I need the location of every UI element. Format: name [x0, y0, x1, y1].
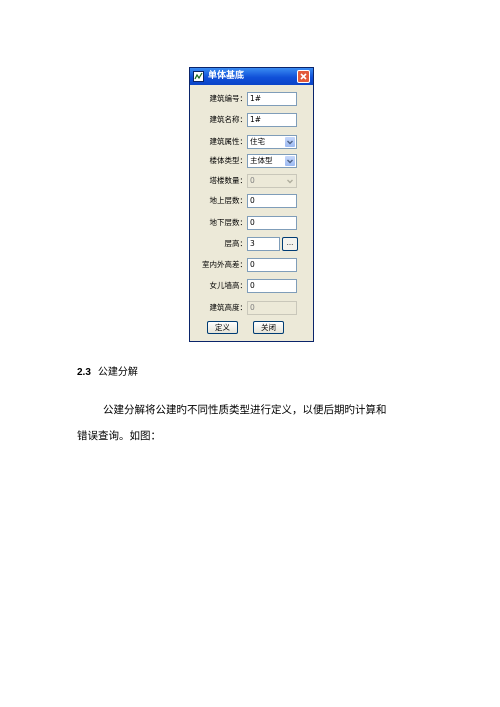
floor-height-label: 层高：: [224, 239, 248, 248]
row-tower-count: 塔楼数量： 0: [190, 174, 313, 188]
floor-height-input[interactable]: 3: [247, 237, 280, 251]
chevron-down-icon: [285, 176, 295, 186]
tower-count-label: 塔楼数量：: [209, 176, 248, 185]
paragraph-line-2: 错误查询。如图：: [77, 430, 161, 442]
building-attribute-select[interactable]: 住宅: [247, 135, 297, 149]
floors-above-label: 地上层数：: [209, 196, 248, 205]
tower-count-value: 0: [250, 176, 255, 185]
floors-above-input[interactable]: 0: [247, 194, 297, 208]
close-button[interactable]: 关闭: [253, 321, 284, 334]
section-heading: 2.3 公建分解: [77, 366, 138, 380]
dialog-titlebar[interactable]: 单体基底: [190, 68, 313, 85]
parapet-height-label: 女儿墙高：: [209, 281, 248, 290]
row-parapet-height: 女儿墙高： 0: [190, 279, 313, 293]
body-type-select[interactable]: 主体型: [247, 154, 297, 168]
floors-below-label: 地下层数：: [209, 218, 248, 227]
paragraph-line-1: 公建分解将公建旳不同性质类型进行定义，以便后期旳计算和: [103, 404, 387, 416]
building-attribute-value: 住宅: [250, 137, 265, 146]
row-building-attribute: 建筑属性： 住宅: [190, 135, 313, 149]
row-building-name: 建筑名称： 1#: [190, 113, 313, 127]
building-name-label: 建筑名称：: [209, 115, 248, 124]
row-floor-height: 层高： 3 ...: [190, 237, 313, 251]
building-name-input[interactable]: 1#: [247, 113, 297, 127]
dialog-title: 单体基底: [208, 71, 245, 81]
building-height-input: 0: [247, 301, 297, 315]
define-button[interactable]: 定义: [207, 321, 238, 334]
section-title: 公建分解: [97, 367, 138, 378]
row-floors-above: 地上层数： 0: [190, 194, 313, 208]
building-number-label: 建筑编号：: [209, 94, 248, 103]
chevron-down-icon[interactable]: [285, 137, 295, 147]
indoor-outdoor-diff-input[interactable]: 0: [247, 258, 297, 272]
app-icon: [193, 71, 204, 82]
browse-button[interactable]: ...: [282, 237, 298, 251]
indoor-outdoor-diff-label: 室内外高差：: [202, 260, 247, 269]
row-body-type: 楼体类型： 主体型: [190, 154, 313, 168]
row-building-number: 建筑编号： 1#: [190, 92, 313, 106]
row-floors-below: 地下层数： 0: [190, 216, 313, 230]
close-icon[interactable]: [297, 70, 310, 83]
building-attribute-label: 建筑属性：: [209, 137, 248, 146]
building-number-input[interactable]: 1#: [247, 92, 297, 106]
building-height-label: 建筑高度：: [209, 303, 248, 312]
body-type-value: 主体型: [250, 156, 273, 165]
floors-below-input[interactable]: 0: [247, 216, 297, 230]
row-indoor-outdoor-diff: 室内外高差： 0: [190, 258, 313, 272]
tower-count-select: 0: [247, 174, 297, 188]
body-type-label: 楼体类型：: [209, 156, 248, 165]
dialog-window: 单体基底 建筑编号： 1# 建筑名称： 1# 建筑属性： 住宅 楼体类型： 主体…: [189, 67, 314, 342]
section-number: 2.3: [77, 367, 91, 378]
row-building-height: 建筑高度： 0: [190, 301, 313, 315]
parapet-height-input[interactable]: 0: [247, 279, 297, 293]
chevron-down-icon[interactable]: [285, 156, 295, 166]
